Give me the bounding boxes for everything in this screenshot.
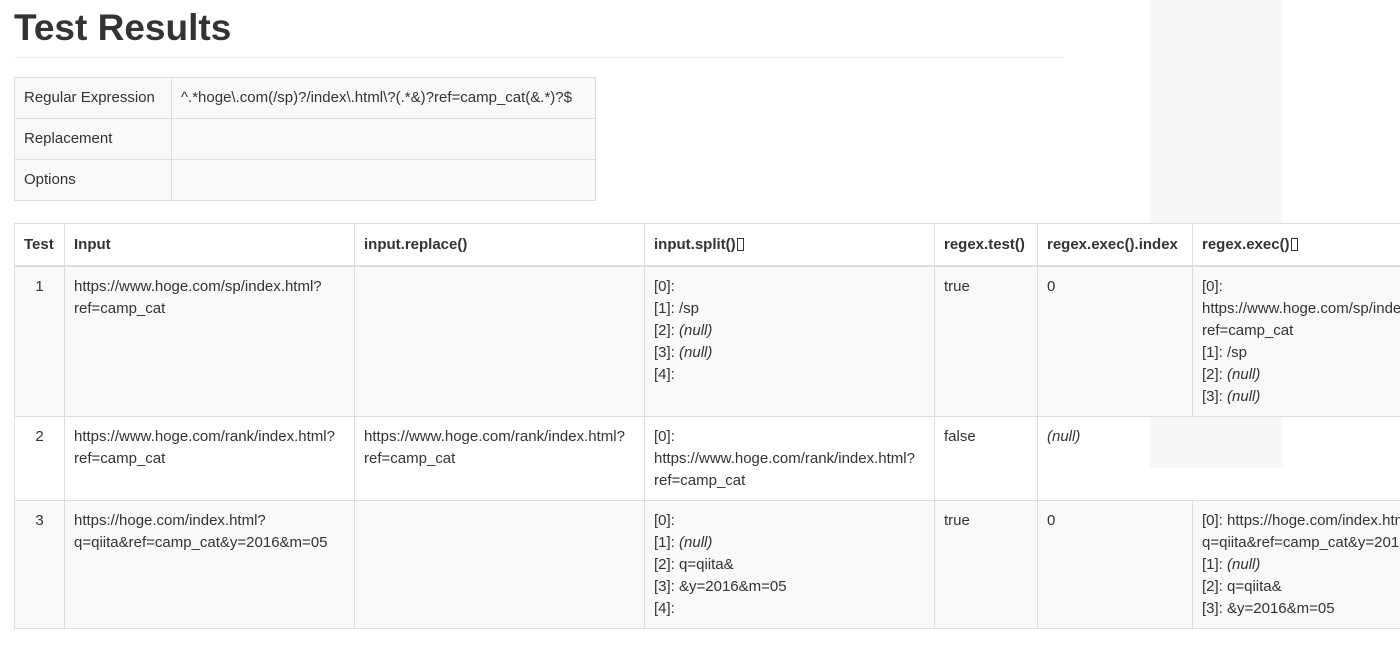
null-value: (null) (1227, 388, 1261, 405)
exec-line: [1]: (null) (1202, 554, 1400, 576)
option-label: Options (14, 159, 172, 201)
null-value: (null) (1227, 556, 1261, 573)
column-header-replace: input.replace() (354, 223, 645, 267)
option-value: ^.*hoge\.com(/sp)?/index\.html\?(.*&)?re… (171, 77, 596, 119)
split-line-prefix: [2]: (654, 322, 680, 339)
exec-cell: [0]: https://www.hoge.com/sp/index.html?… (1192, 265, 1400, 417)
split-line: [4]: (654, 366, 675, 383)
test-number: 2 (14, 416, 65, 501)
input-cell: https://www.hoge.com/sp/index.html? ref=… (64, 265, 355, 417)
test-result-cell: true (934, 265, 1038, 417)
exec-line-prefix: [2]: (1202, 366, 1228, 383)
exec-line-prefix: [1]: (1202, 556, 1228, 573)
option-row-options: Options (14, 159, 596, 201)
split-line: [1]: (null) (654, 532, 925, 554)
option-value (171, 118, 596, 160)
split-cell: [0]: [1]: (null) [2]: q=qiita& [3]: &y=2… (644, 500, 935, 629)
title-divider (14, 57, 1066, 58)
split-line: [3]: &y=2016&m=05 (654, 578, 787, 595)
input-line: https://hoge.com/index.html? (74, 512, 266, 529)
split-line: [0]: (654, 512, 675, 529)
column-header-test: Test (14, 223, 65, 267)
column-header-exec-label: regex.exec() (1202, 235, 1290, 253)
table-row: 1 https://www.hoge.com/sp/index.html? re… (14, 265, 1400, 417)
null-value: (null) (679, 534, 713, 551)
split-cell: [0]: https://www.hoge.com/rank/index.htm… (644, 416, 935, 501)
column-header-split-label: input.split() (654, 235, 736, 253)
input-cell: https://www.hoge.com/rank/index.html? re… (64, 416, 355, 501)
exec-line: [3]: (null) (1202, 386, 1400, 408)
option-label: Replacement (14, 118, 172, 160)
split-cell: [0]: [1]: /sp [2]: (null) [3]: (null) [4… (644, 265, 935, 417)
input-line: ref=camp_cat (74, 300, 166, 317)
option-value (171, 159, 596, 201)
column-header-exec: regex.exec() (1192, 223, 1400, 267)
missing-glyph-icon (736, 237, 744, 251)
column-header-test-result: regex.test() (934, 223, 1038, 267)
split-line-prefix: [1]: (654, 534, 680, 551)
exec-line: [2]: (null) (1202, 364, 1400, 386)
split-line: [3]: (null) (654, 342, 925, 364)
split-line: [0]: (654, 278, 675, 295)
input-cell: https://hoge.com/index.html? q=qiita&ref… (64, 500, 355, 629)
split-line: https://www.hoge.com/rank/index.html? (654, 450, 915, 467)
column-header-input: Input (64, 223, 355, 267)
test-result-cell: false (934, 416, 1038, 501)
exec-cell: [0]: https://hoge.com/index.html? q=qiit… (1192, 500, 1400, 629)
options-table: Regular Expression ^.*hoge\.com(/sp)?/in… (14, 77, 596, 201)
results-table: Test Input input.replace() input.split()… (14, 223, 1400, 629)
null-value: (null) (1047, 428, 1081, 445)
null-value: (null) (679, 344, 713, 361)
split-line: [1]: /sp (654, 300, 700, 317)
exec-index-cell: (null) (1037, 416, 1400, 501)
exec-line: [3]: &y=2016&m=05 (1202, 600, 1335, 617)
page-title: Test Results (14, 7, 232, 48)
split-line: [4]: (654, 600, 675, 617)
column-header-exec-index: regex.exec().index (1037, 223, 1193, 267)
split-line: ref=camp_cat (654, 472, 746, 489)
exec-line: [0]: (1202, 278, 1223, 295)
option-row-regex: Regular Expression ^.*hoge\.com(/sp)?/in… (14, 77, 596, 119)
test-result-cell: true (934, 500, 1038, 629)
null-value: (null) (679, 322, 713, 339)
table-row: 2 https://www.hoge.com/rank/index.html? … (14, 416, 1400, 501)
column-header-split: input.split() (644, 223, 935, 267)
exec-line: q=qiita&ref=camp_cat&y=2016&m=05 (1202, 534, 1400, 551)
results-header-row: Test Input input.replace() input.split()… (14, 223, 1400, 267)
split-line: [2]: (null) (654, 320, 925, 342)
split-line: [2]: q=qiita& (654, 556, 734, 573)
replace-cell: https://www.hoge.com/rank/index.html? re… (354, 416, 645, 501)
exec-line: [0]: https://hoge.com/index.html? (1202, 512, 1400, 529)
replace-cell (354, 500, 645, 629)
exec-line: ref=camp_cat (1202, 322, 1294, 339)
replace-line: ref=camp_cat (364, 450, 456, 467)
exec-index-cell: 0 (1037, 265, 1193, 417)
split-line: [0]: (654, 428, 675, 445)
option-label: Regular Expression (14, 77, 172, 119)
input-line: ref=camp_cat (74, 450, 166, 467)
exec-line: [1]: /sp (1202, 344, 1248, 361)
missing-glyph-icon (1290, 237, 1298, 251)
null-value: (null) (1227, 366, 1261, 383)
exec-index-cell: 0 (1037, 500, 1193, 629)
test-number: 3 (14, 500, 65, 629)
exec-line: https://www.hoge.com/sp/index.html? (1202, 300, 1400, 317)
table-row: 3 https://hoge.com/index.html? q=qiita&r… (14, 500, 1400, 629)
input-line: https://www.hoge.com/rank/index.html? (74, 428, 335, 445)
exec-line: [2]: q=qiita& (1202, 578, 1282, 595)
test-number: 1 (14, 265, 65, 417)
split-line-prefix: [3]: (654, 344, 680, 361)
input-line: q=qiita&ref=camp_cat&y=2016&m=05 (74, 534, 328, 551)
exec-line-prefix: [3]: (1202, 388, 1228, 405)
input-line: https://www.hoge.com/sp/index.html? (74, 278, 322, 295)
option-row-replacement: Replacement (14, 118, 596, 160)
replace-cell (354, 265, 645, 417)
replace-line: https://www.hoge.com/rank/index.html? (364, 428, 625, 445)
